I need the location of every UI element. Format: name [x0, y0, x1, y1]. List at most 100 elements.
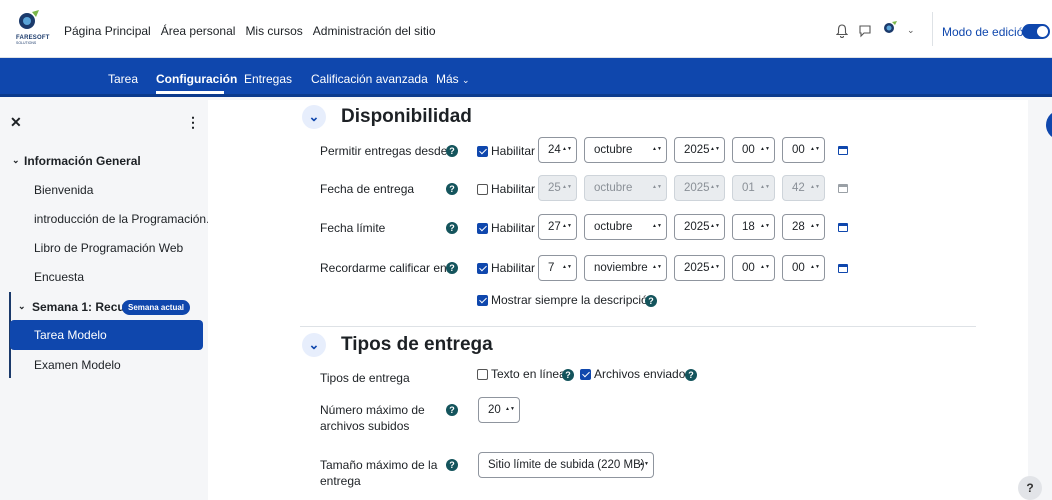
tab-advanced-grading[interactable]: Calificación avanzada — [311, 72, 428, 86]
collapse-availability-icon[interactable]: ⌄ — [302, 105, 326, 129]
select-arrow-icon: ▲▼ — [810, 184, 820, 190]
year-select[interactable]: 2025 ▲▼ — [674, 175, 725, 201]
section-week-1[interactable]: ⌄ Semana 1: Recur... Semana actual — [0, 292, 208, 322]
calendar-icon[interactable] — [838, 223, 848, 232]
chevron-down-icon: ⌄ — [462, 75, 470, 85]
tab-more[interactable]: Más ⌄ — [436, 72, 470, 86]
nav-home[interactable]: Página Principal — [64, 24, 151, 38]
edit-mode-toggle[interactable] — [1022, 24, 1050, 39]
day-select[interactable]: 27 ▲▼ — [538, 214, 577, 240]
select-arrow-icon: ▲▼ — [760, 264, 770, 270]
select-arrow-icon: ▲▼ — [652, 264, 662, 270]
month-select[interactable]: octubre ▲▼ — [584, 137, 667, 163]
field-label: Permitir entregas desde — [320, 144, 448, 158]
year-select[interactable]: 2025 ▲▼ — [674, 255, 725, 281]
online-text-label: Texto en línea — [491, 367, 566, 381]
chevron-down-icon[interactable]: ⌄ — [907, 25, 915, 36]
year-select[interactable]: 2025 ▲▼ — [674, 137, 725, 163]
year-select[interactable]: 2025 ▲▼ — [674, 214, 725, 240]
select-value: 27 — [548, 221, 561, 233]
enable-checkbox[interactable] — [477, 263, 488, 274]
help-icon[interactable]: ? — [446, 404, 458, 416]
calendar-icon[interactable] — [838, 146, 848, 155]
sidebar-item-label: Encuesta — [34, 270, 85, 284]
select-value: 00 — [742, 144, 755, 156]
enable-checkbox[interactable] — [477, 223, 488, 234]
field-label-line2: entrega — [320, 474, 361, 488]
enable-checkbox[interactable] — [477, 146, 488, 157]
day-select[interactable]: 7 ▲▼ — [538, 255, 577, 281]
nav-my-courses[interactable]: Mis cursos — [245, 24, 302, 38]
minute-select[interactable]: 42 ▲▼ — [782, 175, 825, 201]
tab-settings[interactable]: Configuración — [156, 72, 237, 86]
always-show-description-checkbox[interactable] — [477, 295, 488, 306]
select-value: octubre — [594, 182, 633, 194]
section-heading: Disponibilidad — [341, 106, 472, 127]
enable-checkbox[interactable] — [477, 184, 488, 195]
section-general-info[interactable]: ⌄ Información General — [0, 146, 208, 176]
section-heading: Tipos de entrega — [341, 334, 493, 355]
day-select[interactable]: 24 ▲▼ — [538, 137, 577, 163]
right-gutter — [1028, 100, 1052, 500]
primary-navigation: Página Principal Área personal Mis curso… — [64, 24, 436, 38]
calendar-icon[interactable] — [838, 184, 848, 193]
select-value: 25 — [548, 182, 561, 194]
nav-dashboard[interactable]: Área personal — [161, 24, 236, 38]
help-icon[interactable]: ? — [446, 145, 458, 157]
help-icon[interactable]: ? — [446, 459, 458, 471]
bell-icon[interactable] — [835, 24, 849, 41]
current-week-badge: Semana actual — [122, 300, 191, 315]
sidebar-item[interactable]: Examen Modelo — [0, 350, 208, 380]
select-arrow-icon: ▲▼ — [710, 223, 720, 229]
max-size-select[interactable]: Sitio límite de subida (220 MB) ▲▼ — [478, 452, 654, 478]
help-icon[interactable]: ? — [685, 369, 697, 381]
select-value: 7 — [548, 262, 555, 274]
chevron-down-icon: ⌄ — [12, 155, 20, 165]
field-label-line1: Tamaño máximo de la — [320, 458, 438, 472]
help-button[interactable]: ? — [1018, 476, 1042, 500]
month-select[interactable]: octubre ▲▼ — [584, 175, 667, 201]
month-select[interactable]: octubre ▲▼ — [584, 214, 667, 240]
hour-select[interactable]: 00 ▲▼ — [732, 137, 775, 163]
help-icon[interactable]: ? — [446, 183, 458, 195]
sidebar-item[interactable]: introducción de la Programación... — [0, 204, 216, 234]
help-icon[interactable]: ? — [645, 295, 657, 307]
settings-form: ⌄ Disponibilidad Permitir entregas desde… — [208, 100, 1028, 500]
kebab-menu-icon[interactable]: ⋮ — [186, 114, 200, 131]
max-files-select[interactable]: 20 ▲▼ — [478, 397, 520, 423]
month-select[interactable]: noviembre ▲▼ — [584, 255, 667, 281]
sidebar-item[interactable]: Bienvenida — [0, 175, 208, 205]
close-icon[interactable]: ✕ — [10, 114, 22, 131]
sidebar-item[interactable]: Encuesta — [0, 262, 208, 292]
collapse-submission-types-icon[interactable]: ⌄ — [302, 333, 326, 357]
select-arrow-icon: ▲▼ — [562, 184, 572, 190]
help-icon[interactable]: ? — [562, 369, 574, 381]
select-value: octubre — [594, 221, 633, 233]
nav-site-admin[interactable]: Administración del sitio — [313, 24, 436, 38]
minute-select[interactable]: 28 ▲▼ — [782, 214, 825, 240]
file-submissions-label: Archivos enviados — [594, 367, 692, 381]
hour-select[interactable]: 01 ▲▼ — [732, 175, 775, 201]
site-logo[interactable]: FARESOFT SOLUTIONS — [14, 9, 49, 47]
day-select[interactable]: 25 ▲▼ — [538, 175, 577, 201]
minute-select[interactable]: 00 ▲▼ — [782, 137, 825, 163]
calendar-icon[interactable] — [838, 264, 848, 273]
hour-select[interactable]: 00 ▲▼ — [732, 255, 775, 281]
tab-assignment[interactable]: Tarea — [108, 72, 138, 86]
sidebar-item[interactable]: Libro de Programación Web — [0, 233, 208, 263]
online-text-checkbox[interactable] — [477, 369, 488, 380]
file-submissions-checkbox[interactable] — [580, 369, 591, 380]
select-value: Sitio límite de subida (220 MB) — [488, 459, 645, 471]
user-avatar[interactable] — [880, 20, 898, 41]
help-icon[interactable]: ? — [446, 222, 458, 234]
sidebar-item-active[interactable]: Tarea Modelo — [10, 320, 203, 350]
messages-icon[interactable] — [858, 24, 872, 41]
minute-select[interactable]: 00 ▲▼ — [782, 255, 825, 281]
select-value: 20 — [488, 404, 501, 416]
help-icon[interactable]: ? — [446, 262, 458, 274]
active-tab-indicator — [156, 91, 224, 94]
tab-submissions[interactable]: Entregas — [244, 72, 292, 86]
hour-select[interactable]: 18 ▲▼ — [732, 214, 775, 240]
tab-more-label: Más — [436, 72, 459, 86]
select-value: 00 — [792, 144, 805, 156]
